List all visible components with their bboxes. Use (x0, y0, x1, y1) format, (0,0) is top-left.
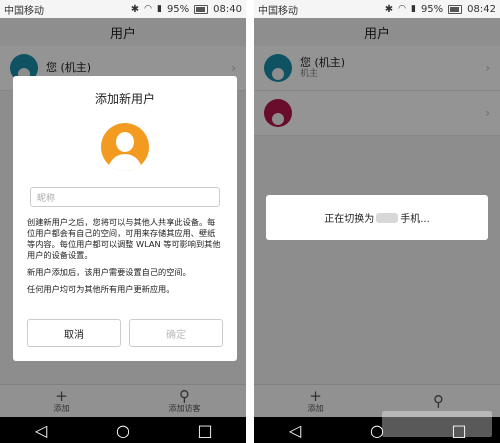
toast-prefix: 正在切换为 (324, 214, 375, 225)
home-icon[interactable]: ○ (116, 421, 130, 440)
bluetooth-icon: ✱ (384, 3, 394, 15)
blurred-name (376, 212, 399, 223)
carrier-label: 中国移动 (4, 5, 44, 17)
toast-suffix: 手机... (400, 214, 430, 225)
nav-bar: ◁ ○ □ (0, 417, 246, 443)
signal-icon: ▮ (156, 4, 162, 14)
clock: 08:42 (467, 3, 496, 15)
add-user-dialog: 添加新用户 昵称 创建新用户之后，您将可以与其他人共享此设备。每位用户都会有自己… (13, 76, 237, 361)
clock: 08:40 (213, 3, 242, 15)
switching-toast: 正在切换为 手机... (266, 195, 488, 240)
carrier-label: 中国移动 (258, 5, 298, 17)
dialog-paragraph: 任何用户均可为其他所有用户更新应用。 (27, 284, 175, 294)
bluetooth-icon: ✱ (130, 3, 140, 15)
phone-left: 中国移动 ✱ ◠ ▮ 95% 08:40 用户 您 (机主) › + 添加 ⚲ … (0, 0, 246, 443)
cancel-button[interactable]: 取消 (27, 319, 121, 347)
watermark (382, 411, 492, 437)
battery-label: 95% (166, 3, 190, 15)
wifi-icon: ◠ (144, 4, 152, 14)
dialog-title: 添加新用户 (94, 92, 155, 106)
status-bar: 中国移动 ✱ ◠ ▮ 95% 08:40 (0, 0, 246, 18)
dialog-paragraph: 创建新用户之后，您将可以与其他人共享此设备。每位用户都会有自己的空间，可用来存储… (27, 217, 221, 260)
divider (246, 0, 254, 443)
battery-icon (448, 4, 463, 14)
wifi-icon: ◠ (398, 4, 406, 14)
dialog-paragraph: 新用户添加后，该用户需要设置自己的空间。 (27, 267, 191, 277)
back-icon[interactable]: ◁ (35, 421, 47, 440)
status-bar: 中国移动 ✱ ◠ ▮ 95% 08:42 (254, 0, 500, 18)
new-user-avatar-icon (101, 123, 149, 171)
confirm-button[interactable]: 确定 (129, 319, 223, 347)
phone-right: 中国移动 ✱ ◠ ▮ 95% 08:42 用户 您 (机主) 机主 › › + … (254, 0, 500, 443)
battery-icon (194, 4, 209, 14)
back-icon[interactable]: ◁ (289, 421, 301, 440)
dialog-description: 创建新用户之后，您将可以与其他人共享此设备。每位用户都会有自己的空间，可用来存储… (27, 217, 223, 295)
nickname-input[interactable]: 昵称 (30, 187, 220, 207)
signal-icon: ▮ (410, 4, 416, 14)
battery-label: 95% (420, 3, 444, 15)
recents-icon[interactable]: □ (197, 421, 212, 440)
